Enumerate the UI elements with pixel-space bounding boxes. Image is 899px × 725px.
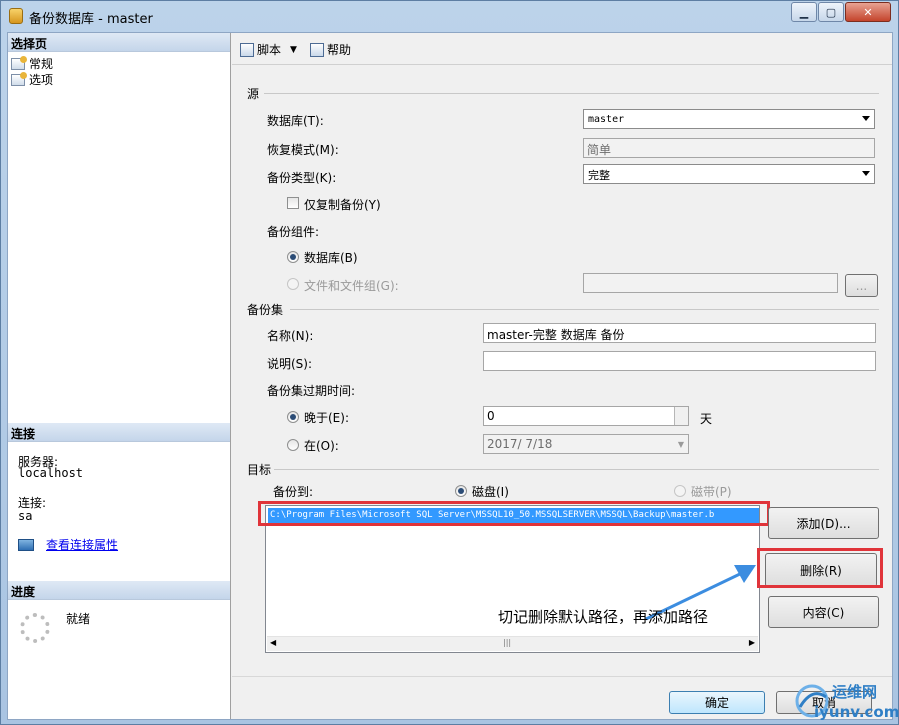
help-label: 帮助 (327, 43, 352, 57)
page-icon (11, 55, 27, 70)
expire-days-input[interactable]: 0 (483, 406, 689, 426)
nav-item-label: 常规 (29, 57, 54, 71)
maximize-button[interactable]: ▢ (818, 2, 844, 22)
close-button[interactable]: ✕ (845, 2, 891, 22)
component-files-radio[interactable] (287, 278, 299, 290)
minimize-button[interactable]: ▁ (791, 2, 817, 22)
backupset-name-input[interactable]: master-完整 数据库 备份 (483, 323, 876, 343)
select-page-header: 选择页 (8, 33, 230, 52)
database-icon (9, 8, 23, 24)
button-bar: 确定 取消 (232, 676, 892, 719)
progress-header: 进度 (8, 581, 230, 600)
tape-label: 磁带(P) (691, 485, 732, 499)
spin-buttons[interactable] (674, 407, 688, 425)
copy-only-checkbox[interactable] (287, 197, 299, 209)
dialog-client: 选择页 常规 选项 连接 服务器: localhost 连接: sa 查看连接属… (7, 32, 893, 720)
dropdown-arrow-icon[interactable]: ▼ (290, 45, 297, 55)
recovery-model-field: 简单 (583, 138, 875, 158)
expire-after-radio[interactable] (287, 411, 299, 423)
nav-item-options[interactable]: 选项 (11, 71, 53, 88)
ok-button[interactable]: 确定 (669, 691, 765, 714)
component-files-label: 文件和文件组(G): (304, 279, 399, 293)
expire-days-value: 0 (487, 409, 495, 423)
component-database-label: 数据库(B) (304, 251, 358, 265)
help-button[interactable]: 帮助 (310, 41, 351, 58)
divider (264, 93, 879, 94)
view-connection-properties[interactable]: 查看连接属性 (18, 536, 118, 553)
database-label: 数据库(T): (267, 114, 324, 128)
backupset-desc-label: 说明(S): (267, 357, 313, 371)
component-database-radio[interactable] (287, 251, 299, 263)
annotation-text: 切记删除默认路径，再添加路径 (498, 608, 709, 626)
delete-highlight-box (757, 548, 883, 588)
disk-label: 磁盘(I) (472, 485, 509, 499)
window-title: 备份数据库 - master (29, 12, 153, 27)
backup-to-label: 备份到: (273, 485, 314, 499)
view-connection-link[interactable]: 查看连接属性 (46, 536, 118, 553)
divider (290, 309, 879, 310)
script-button[interactable]: 脚本 ▼ (240, 41, 297, 58)
expire-date-picker[interactable]: 2017/ 7/18 ▼ (483, 434, 689, 454)
backup-type-select[interactable]: 完整 (583, 164, 875, 184)
watermark-logo: 运维网 iyunv.com (794, 677, 899, 725)
path-highlight-box (258, 501, 770, 526)
database-select[interactable]: master (583, 109, 875, 129)
expire-on-label: 在(O): (304, 439, 339, 453)
scroll-grip-icon[interactable]: ||| (503, 638, 511, 647)
left-pane: 选择页 常规 选项 连接 服务器: localhost 连接: sa 查看连接属… (8, 33, 231, 719)
expire-after-label: 晚于(E): (304, 411, 349, 425)
nav-item-general[interactable]: 常规 (11, 55, 53, 72)
scroll-right-icon[interactable]: ▶ (749, 638, 755, 647)
horizontal-scrollbar[interactable]: ◀ ||| ▶ (267, 636, 758, 651)
backup-type-label: 备份类型(K): (267, 171, 337, 185)
disk-radio[interactable] (455, 485, 467, 497)
connection-header: 连接 (8, 423, 230, 442)
expire-label: 备份集过期时间: (267, 384, 356, 398)
progress-spinner-icon (20, 613, 50, 643)
watermark-brand: 运维网 (832, 683, 878, 701)
backup-database-window: 备份数据库 - master ▁ ▢ ✕ 选择页 常规 选项 连接 服务器: l… (0, 0, 899, 725)
help-icon (310, 42, 324, 57)
expire-on-radio[interactable] (287, 439, 299, 451)
connection-value: sa (18, 509, 33, 523)
right-pane: 脚本 ▼ 帮助 源 数据库(T): master 恢复模式(M): 简单 备份类… (232, 33, 892, 676)
filegroup-field (583, 273, 838, 293)
title-bar: 备份数据库 - master ▁ ▢ ✕ (1, 1, 898, 31)
script-label: 脚本 (257, 43, 282, 57)
backupset-section-label: 备份集 (247, 303, 284, 317)
copy-only-label: 仅复制备份(Y) (304, 198, 381, 212)
backupset-desc-input[interactable] (483, 351, 876, 371)
script-icon (240, 42, 254, 57)
watermark-site: iyunv.com (814, 703, 899, 721)
divider (274, 469, 879, 470)
tape-radio[interactable] (674, 485, 686, 497)
add-destination-button[interactable]: 添加(D)... (768, 507, 879, 539)
connection-icon (18, 538, 34, 551)
backupset-name-label: 名称(N): (267, 329, 314, 343)
page-icon (11, 71, 27, 86)
component-label: 备份组件: (267, 225, 320, 239)
recovery-label: 恢复模式(M): (267, 143, 339, 157)
progress-status: 就绪 (66, 612, 91, 626)
nav-item-label: 选项 (29, 73, 54, 87)
days-label: 天 (700, 412, 713, 426)
source-section-label: 源 (247, 87, 260, 101)
database-value: master (588, 114, 625, 125)
chevron-down-icon (862, 171, 870, 176)
browse-filegroup-button[interactable]: ... (845, 274, 878, 297)
toolbar: 脚本 ▼ 帮助 (232, 33, 892, 65)
destination-section-label: 目标 (247, 463, 272, 477)
expire-date-value: 2017/ 7/18 (487, 437, 553, 451)
server-value: localhost (18, 466, 84, 480)
contents-button[interactable]: 内容(C) (768, 596, 879, 628)
scroll-left-icon[interactable]: ◀ (270, 638, 276, 647)
backup-type-value: 完整 (588, 169, 610, 182)
chevron-down-icon (862, 116, 870, 121)
chevron-down-icon: ▼ (677, 440, 684, 449)
